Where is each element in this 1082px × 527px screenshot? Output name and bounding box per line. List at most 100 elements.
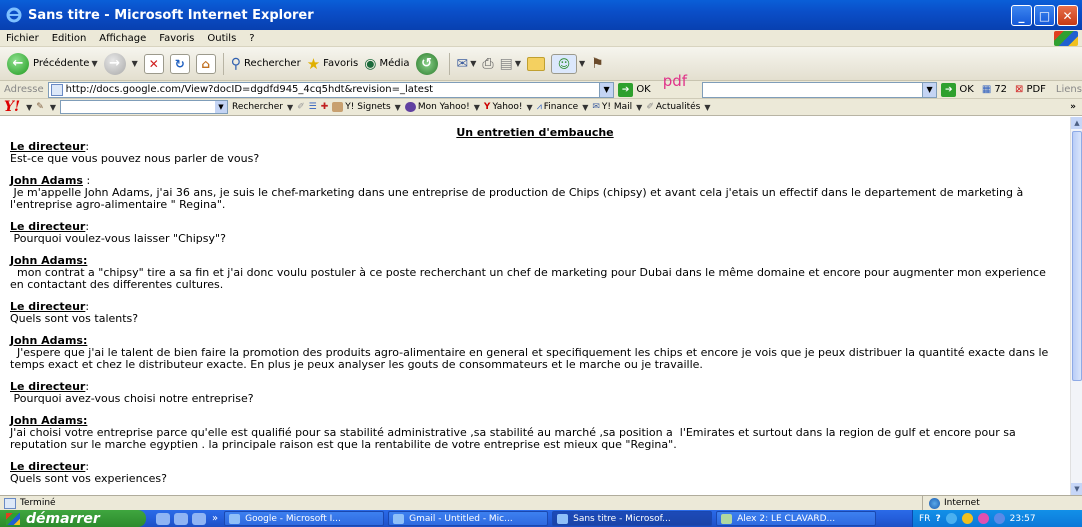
scroll-up-icon[interactable]: ▲ — [1071, 117, 1082, 129]
clock: 23:57 — [1009, 513, 1036, 524]
windows-logo-icon — [1054, 31, 1078, 46]
home-icon: ⌂ — [195, 53, 216, 74]
yahoo-finance[interactable]: ⩘ Finance ▼ — [537, 102, 589, 112]
pdf-button[interactable]: PDF — [1026, 84, 1045, 95]
volume-icon[interactable] — [993, 513, 1005, 524]
my-yahoo[interactable]: Mon Yahoo! ▼ — [404, 102, 480, 112]
counter-icon: ▦ — [981, 84, 992, 95]
favorites-button[interactable]: ★ Favoris — [304, 50, 362, 78]
dialogue-block: Le directeur: Quels sont vos talents? — [10, 301, 1060, 325]
yahoo-search-button[interactable]: Rechercher ▼ — [232, 102, 293, 112]
task-google-label: Google - Microsoft I... — [245, 513, 341, 524]
pdf-icon: ⊠ — [1015, 84, 1024, 95]
edit-button[interactable]: ▤ ▼ — [497, 50, 524, 78]
address-input[interactable]: http://docs.google.com/View?docID=dgdfd9… — [47, 81, 615, 98]
media-button[interactable]: ◉ Média — [361, 50, 412, 78]
mail-button[interactable]: ✉ ▼ — [454, 50, 480, 78]
chevron-down-icon[interactable]: ▼ — [922, 82, 937, 97]
yahoo-mail-label: Y! Mail — [601, 102, 633, 112]
start-button[interactable]: démarrer — [0, 510, 146, 527]
dialogue-block: Le directeur: Quels sont vos experiences? — [10, 461, 1060, 485]
vertical-scrollbar[interactable]: ▲ ▼ — [1070, 117, 1082, 495]
messenger-button[interactable]: ☺ ▼ — [548, 50, 588, 78]
yahoo-news[interactable]: ✐ Actualités ▼ — [646, 102, 710, 112]
chevron-down-icon[interactable]: ▼ — [215, 101, 227, 113]
menu-favoris[interactable]: Favoris — [159, 33, 194, 44]
close-button[interactable]: ✕ — [1057, 5, 1078, 26]
pdf-go-button[interactable]: OK — [959, 84, 973, 95]
messenger-tray-icon[interactable] — [977, 513, 989, 524]
addon-icon[interactable]: ✚ — [321, 102, 329, 112]
search-button[interactable]: ⚲ Rechercher — [228, 50, 304, 78]
folder-button[interactable] — [524, 50, 548, 78]
menu-edition[interactable]: Edition — [52, 33, 87, 44]
chevron-down-icon[interactable]: ▼ — [26, 103, 32, 112]
speaker-text: Quels sont vos experiences? — [10, 472, 167, 485]
page-done-icon — [4, 497, 16, 509]
task-sans-titre[interactable]: Sans titre - Microsof... — [552, 511, 713, 526]
history-button[interactable]: ↺ — [413, 50, 445, 78]
scroll-thumb[interactable] — [1072, 131, 1082, 381]
chevron-down-icon[interactable]: ▼ — [599, 82, 614, 97]
minimize-button[interactable]: _ — [1011, 5, 1032, 26]
language-indicator[interactable]: FR — [919, 514, 930, 524]
layout-icon[interactable]: ☰ — [309, 102, 317, 112]
dialogue: Le directeur: Est-ce que vous pouvez nous… — [10, 141, 1060, 485]
mail-icon: ✉ — [456, 55, 469, 72]
go-arrow-icon[interactable]: ➔ — [618, 82, 634, 97]
task-google[interactable]: Google - Microsoft I... — [224, 511, 385, 526]
task-gmail[interactable]: Gmail - Untitled - Mic... — [388, 511, 549, 526]
help-icon[interactable]: ? — [935, 514, 940, 524]
print-button[interactable]: ⎙ — [479, 50, 496, 78]
quicklaunch-ie-icon[interactable] — [156, 512, 170, 525]
go-arrow-icon[interactable]: ➔ — [941, 82, 957, 97]
go-button[interactable]: OK — [636, 84, 650, 95]
quicklaunch-media-icon[interactable] — [192, 512, 206, 525]
chevron-down-icon: ▼ — [579, 59, 586, 68]
menu-fichier[interactable]: Fichier — [6, 33, 39, 44]
menu-outils[interactable]: Outils — [207, 33, 236, 44]
pdf-search-input[interactable]: ▼ — [701, 81, 938, 98]
address-bar: Adresse http://docs.google.com/View?docI… — [0, 72, 1082, 108]
highlight-icon[interactable]: ✐ — [297, 102, 305, 112]
speaker-text: Pourquoi avez-vous choisi notre entrepri… — [10, 392, 254, 405]
forward-arrow-icon: → — [103, 52, 126, 75]
alert-icon[interactable] — [961, 513, 973, 524]
task-chat[interactable]: Alex 2: LE CLAVARD... — [716, 511, 877, 526]
research-button[interactable]: ⚑ — [588, 50, 607, 78]
chevron-down-icon: ▼ — [636, 102, 643, 112]
yahoo-search-input[interactable]: ▼ — [60, 100, 228, 114]
links-label[interactable]: Liens — [1056, 84, 1082, 95]
forward-button[interactable]: → ▼ — [101, 50, 141, 78]
menu-affichage[interactable]: Affichage — [99, 33, 146, 44]
standard-toolbar: ← Précédente ▼ → ▼ ✕ ↻ ⌂ ⚲ Rechercher ★ … — [0, 47, 1082, 81]
yahoo-logo-icon[interactable]: Y! — [4, 99, 20, 115]
quicklaunch-more[interactable]: » — [212, 513, 218, 524]
start-label: démarrer — [26, 510, 100, 527]
chevron-down-icon: ▼ — [470, 59, 477, 68]
toolbar-overflow-icon[interactable]: » — [1070, 102, 1076, 112]
page-icon — [50, 83, 63, 96]
chevron-down-icon[interactable]: ▼ — [50, 103, 56, 112]
yahoo-home[interactable]: Y Yahoo! ▼ — [484, 102, 533, 112]
back-arrow-icon: ← — [7, 52, 29, 75]
back-button[interactable]: ← Précédente ▼ — [4, 50, 101, 78]
refresh-button[interactable]: ↻ — [167, 50, 193, 78]
speaker-text: J'ai choisi votre entreprise parce qu'el… — [10, 426, 1020, 451]
menu-help[interactable]: ? — [249, 33, 254, 44]
my-yahoo-label: Mon Yahoo! — [417, 102, 470, 112]
yahoo-mail[interactable]: ✉ Y! Mail ▼ — [592, 102, 642, 112]
network-icon[interactable] — [945, 513, 957, 524]
quicklaunch-desktop-icon[interactable] — [174, 512, 188, 525]
maximize-button[interactable]: □ — [1034, 5, 1055, 26]
stop-button[interactable]: ✕ — [141, 50, 167, 78]
research-icon: ⚑ — [591, 55, 604, 72]
scroll-down-icon[interactable]: ▼ — [1071, 483, 1082, 495]
media-label: Média — [379, 58, 410, 69]
news-icon: ✐ — [646, 102, 654, 112]
dialogue-block: Le directeur: Pourquoi voulez-vous laiss… — [10, 221, 1060, 245]
address-label: Adresse — [4, 84, 44, 95]
pencil-icon[interactable]: ✎ — [36, 102, 44, 112]
home-button[interactable]: ⌂ — [193, 50, 219, 78]
yahoo-bookmarks[interactable]: Y! Signets ▼ — [332, 102, 401, 112]
